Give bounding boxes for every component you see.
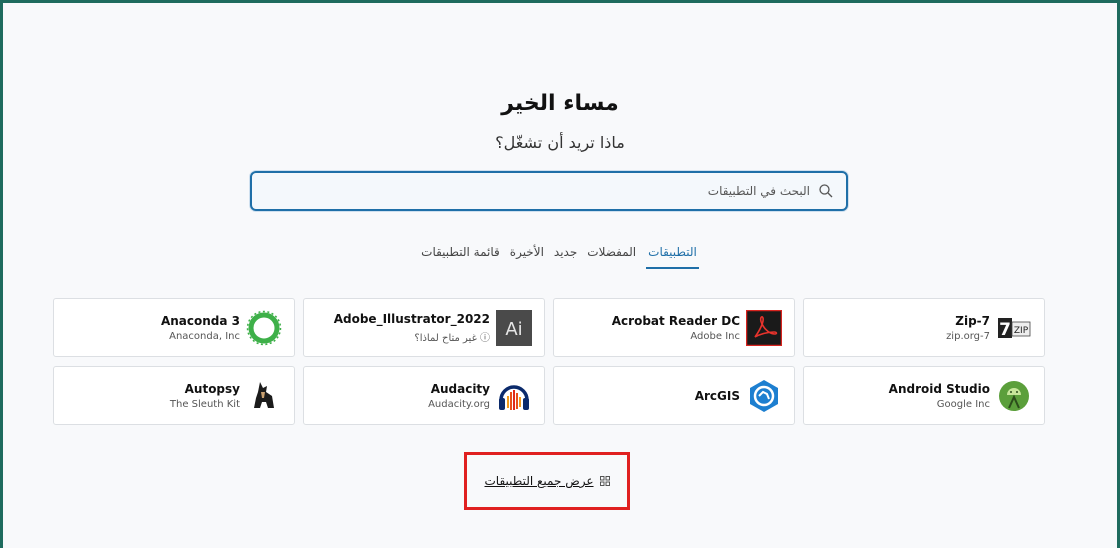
audacity-icon (499, 384, 529, 410)
tab-app-list[interactable]: قائمة التطبيقات (421, 245, 500, 269)
app-name: ArcGIS (694, 388, 740, 403)
arcgis-icon (750, 379, 778, 412)
anaconda-icon (246, 310, 282, 345)
tab-new[interactable]: جديد (554, 245, 577, 269)
app-publisher: zip.org-7 (946, 330, 990, 342)
app-card-7zip[interactable]: Zip-7 zip.org-7 7 ZIP (803, 298, 1045, 357)
app-card-illustrator[interactable]: Adobe_Illustrator_2022 غير متاح لماذا؟ ⓘ… (303, 298, 545, 357)
greeting-subtitle: ماذا تريد أن تشغّل؟ (495, 133, 625, 152)
app-publisher: Adobe Inc (690, 330, 740, 342)
svg-text:ZIP: ZIP (1014, 326, 1029, 336)
app-publisher: غير متاح لماذا؟ ⓘ (334, 329, 490, 344)
app-name: Anaconda 3 (160, 313, 240, 328)
show-all-apps-highlight: عرض جميع التطبيقات (464, 452, 630, 510)
tab-favorites[interactable]: المفضلات (587, 245, 636, 269)
app-card-android-studio[interactable]: Android Studio Google Inc (803, 366, 1045, 425)
apps-grid: Anaconda 3 Anaconda, Inc Adobe_Illustrat… (53, 298, 1047, 425)
app-name: Adobe_Illustrator_2022 (333, 311, 490, 326)
app-window: مساء الخير ماذا تريد أن تشغّل؟ التطبيقات… (0, 0, 1120, 548)
illustrator-icon: Ai (496, 309, 532, 346)
tab-apps[interactable]: التطبيقات (646, 245, 699, 269)
show-all-apps-link[interactable]: عرض جميع التطبيقات (485, 474, 594, 488)
android-studio-icon (999, 380, 1029, 411)
app-card-arcgis[interactable]: ArcGIS (553, 366, 795, 425)
app-publisher: Google Inc (936, 398, 990, 410)
unavailable-label[interactable]: غير متاح لماذا؟ (414, 333, 476, 344)
info-icon: ⓘ (480, 332, 490, 344)
7zip-icon: 7 ZIP (998, 317, 1031, 340)
app-name: Zip-7 (955, 313, 990, 328)
search-bar[interactable] (250, 171, 848, 211)
svg-text:7: 7 (999, 320, 1011, 340)
app-name: Acrobat Reader DC (611, 313, 740, 328)
search-icon (819, 184, 833, 198)
app-publisher: Anaconda, Inc (169, 330, 240, 342)
app-name: Autopsy (184, 381, 240, 396)
app-card-acrobat[interactable]: Acrobat Reader DC Adobe Inc (553, 298, 795, 357)
search-input[interactable] (288, 183, 812, 199)
tab-recent[interactable]: الأخيرة (510, 245, 544, 269)
autopsy-icon (254, 381, 274, 408)
svg-text:Ai: Ai (505, 319, 522, 340)
app-publisher: Audacity.org (428, 398, 490, 410)
acrobat-icon (746, 309, 782, 346)
greeting-title: مساء الخير (501, 91, 619, 116)
app-card-anaconda[interactable]: Anaconda 3 Anaconda, Inc (53, 298, 295, 357)
category-tabs: التطبيقات المفضلات جديد الأخيرة قائمة ال… (3, 245, 1117, 269)
grid-icon (599, 476, 610, 486)
app-publisher: The Sleuth Kit (169, 398, 240, 410)
app-card-autopsy[interactable]: Autopsy The Sleuth Kit (53, 366, 295, 425)
app-card-audacity[interactable]: Audacity Audacity.org (303, 366, 545, 425)
app-name: Audacity (430, 381, 490, 396)
app-name: Android Studio (888, 381, 990, 396)
